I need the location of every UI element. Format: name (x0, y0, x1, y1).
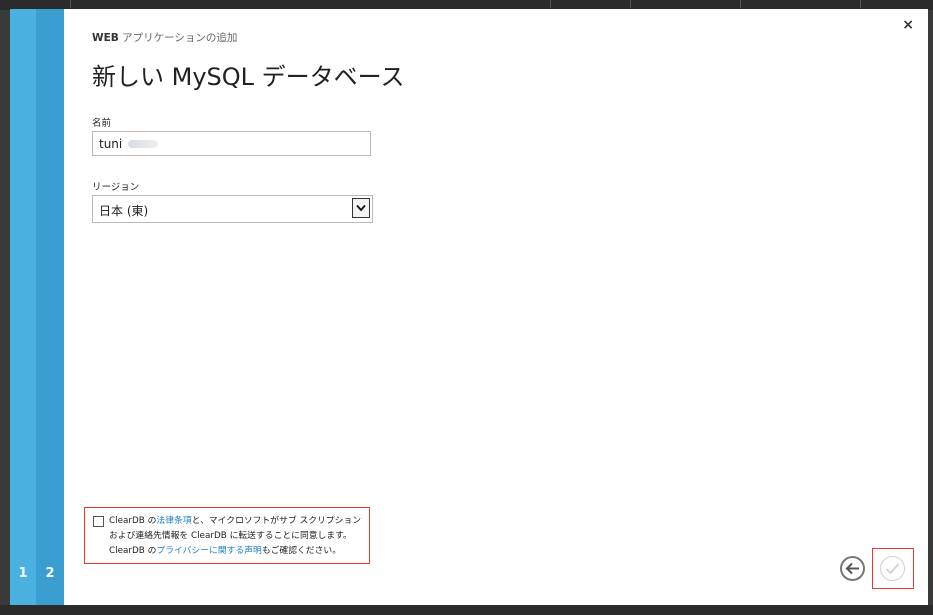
page-title: 新しい MySQL データベース (92, 63, 405, 91)
privacy-statement-link[interactable]: プライバシーに関する声明 (156, 546, 261, 556)
consent-text-2: と、マイクロソフトがサブ スクリプション (191, 516, 362, 526)
dialog-subtitle: WEB アプリケーションの追加 (92, 30, 237, 45)
complete-button-highlight (872, 548, 914, 589)
consent-box: ClearDB の法律条項と、マイクロソフトがサブ スクリプション および連絡先… (84, 507, 370, 564)
consent-checkbox[interactable] (93, 516, 104, 527)
consent-text-4: ClearDB の (109, 546, 157, 556)
redacted-name-text (128, 140, 158, 148)
arrow-left-icon (845, 562, 859, 575)
close-icon[interactable]: × (902, 17, 914, 33)
new-mysql-database-dialog: 1 2 × WEB アプリケーションの追加 新しい MySQL データベース 名… (10, 9, 928, 605)
background-window-footer (0, 605, 933, 615)
step-2-number: 2 (45, 566, 55, 581)
consent-text: ClearDB の法律条項と、マイクロソフトがサブ スクリプション および連絡先… (109, 514, 367, 559)
back-button[interactable] (840, 556, 865, 581)
region-select-value: 日本 (東) (99, 204, 149, 218)
consent-text-5: もご確認ください。 (261, 546, 341, 556)
complete-button[interactable] (880, 556, 905, 581)
wizard-step-1[interactable]: 1 (10, 9, 36, 605)
consent-text-1: ClearDB の (109, 516, 157, 526)
step-1-number: 1 (18, 566, 28, 581)
region-label: リージョン (92, 182, 140, 193)
name-label: 名前 (92, 118, 112, 129)
subtitle-text: アプリケーションの追加 (118, 32, 238, 44)
chevron-down-icon[interactable] (352, 198, 370, 218)
wizard-step-2[interactable]: 2 (36, 9, 64, 605)
region-select[interactable]: 日本 (東) (92, 195, 373, 223)
consent-text-3: および連絡先情報を ClearDB に転送することに同意します。 (109, 531, 352, 541)
subtitle-web: WEB (92, 32, 119, 44)
checkmark-icon (885, 563, 900, 575)
legal-terms-link[interactable]: 法律条項 (156, 516, 191, 526)
